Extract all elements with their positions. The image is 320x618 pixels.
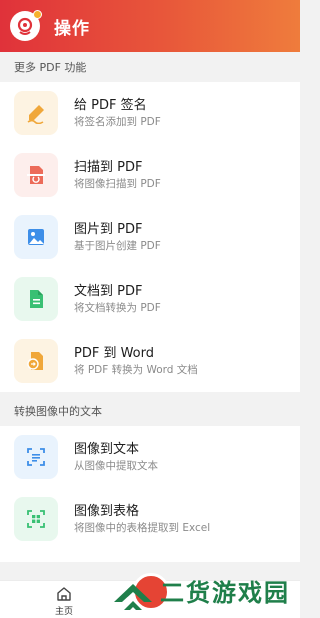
pdf-word-tile	[14, 339, 58, 383]
pdf-function-list: 给 PDF 签名 将签名添加到 PDF 扫描到 PDF 将图像扫描到 PDF 图	[0, 82, 300, 392]
list-item-sign-pdf[interactable]: 给 PDF 签名 将签名添加到 PDF	[0, 82, 300, 144]
item-subtitle: 将图像中的表格提取到 Excel	[74, 521, 211, 534]
nav-home[interactable]: 主页	[46, 585, 82, 617]
app-logo-icon	[17, 17, 33, 35]
item-title: 扫描到 PDF	[74, 159, 143, 175]
section-title-text: 转换图像中的文本	[14, 405, 102, 418]
item-subtitle: 基于图片创建 PDF	[74, 239, 161, 252]
item-subtitle: 将 PDF 转换为 Word 文档	[74, 363, 198, 376]
item-title: PDF 到 Word	[74, 345, 155, 361]
list-item-image-pdf[interactable]: 图片到 PDF 基于图片创建 PDF	[0, 206, 300, 268]
table-scan-icon	[27, 510, 45, 528]
page-title: 操作	[54, 18, 90, 39]
list-item-image-table[interactable]: 图像到表格 将图像中的表格提取到 Excel	[0, 488, 300, 550]
item-subtitle: 将签名添加到 PDF	[74, 115, 161, 128]
item-title: 文档到 PDF	[74, 283, 143, 299]
list-item-doc-pdf[interactable]: 文档到 PDF 将文档转换为 PDF	[0, 268, 300, 330]
text-recognition-icon	[27, 448, 45, 466]
app-header: 操作	[0, 0, 300, 52]
scan-tile	[14, 153, 58, 197]
list-item-pdf-word[interactable]: PDF 到 Word 将 PDF 转换为 Word 文档	[0, 330, 300, 392]
scan-document-icon	[27, 166, 45, 184]
image-tile	[14, 215, 58, 259]
item-title: 图片到 PDF	[74, 221, 143, 237]
item-title: 图像到文本	[74, 441, 140, 457]
item-subtitle: 从图像中提取文本	[74, 459, 158, 472]
image-text-tile	[14, 435, 58, 479]
home-icon	[57, 587, 71, 601]
item-title: 图像到表格	[74, 503, 140, 519]
watermark-logo-icon	[114, 584, 152, 610]
avatar[interactable]	[10, 10, 42, 41]
sign-tile	[14, 91, 58, 135]
document-icon	[30, 290, 43, 308]
item-subtitle: 将图像扫描到 PDF	[74, 177, 161, 190]
nav-home-label: 主页	[54, 607, 73, 617]
notification-dot	[33, 10, 42, 19]
image-icon	[28, 229, 44, 245]
doc-tile	[14, 277, 58, 321]
pdf-convert-icon	[27, 352, 43, 370]
image-table-tile	[14, 497, 58, 541]
watermark-text: 二货游戏园	[160, 579, 290, 607]
list-item-image-text[interactable]: 图像到文本 从图像中提取文本	[0, 426, 300, 488]
list-item-scan-pdf[interactable]: 扫描到 PDF 将图像扫描到 PDF	[0, 144, 300, 206]
item-title: 给 PDF 签名	[74, 97, 147, 113]
section-title-pdf: 更多 PDF 功能	[14, 61, 87, 74]
signature-pen-icon	[27, 105, 44, 124]
text-conversion-list: 图像到文本 从图像中提取文本 图像到表格 将图像中的表格提取到 Excel	[0, 426, 300, 562]
item-subtitle: 将文档转换为 PDF	[74, 301, 161, 314]
